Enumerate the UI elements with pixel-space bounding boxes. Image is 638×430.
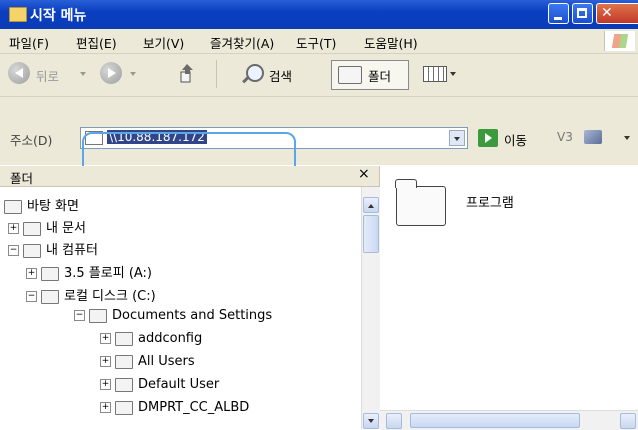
back-button[interactable]: 뒤로 [36, 66, 59, 85]
menu-view[interactable]: 보기(V) [143, 33, 184, 52]
folders-pane-title: 폴더 [10, 171, 34, 186]
tree-node-documents-and-settings[interactable]: − Documents and Settings [74, 308, 272, 323]
address-label: 주소(D) [10, 133, 53, 148]
menu-bar: 파일(F) 편집(E) 보기(V) 즐겨찾기(A) 도구(T) 도움말(H) [0, 29, 638, 54]
folder-icon [338, 66, 362, 84]
search-button[interactable]: 검색 [269, 66, 292, 85]
local-disk-icon [41, 289, 59, 304]
my-documents-icon [23, 221, 41, 236]
search-icon[interactable] [246, 64, 264, 82]
tree-node-my-computer[interactable]: − 내 컴퓨터 [8, 239, 98, 258]
horizontal-scroll-thumb[interactable] [410, 413, 580, 428]
expand-icon[interactable]: + [100, 402, 111, 413]
folders-button[interactable]: 폴더 [368, 66, 391, 85]
views-icon[interactable] [423, 66, 447, 82]
v3-icon[interactable] [584, 130, 602, 144]
collapse-icon[interactable]: − [74, 310, 85, 321]
back-dropdown-icon[interactable] [80, 72, 86, 79]
folder-icon [115, 331, 133, 346]
toolbar-separator [216, 60, 217, 88]
tree-node-label: 내 컴퓨터 [46, 243, 98, 258]
tree-node-floppy[interactable]: +3.5 플로피 (A:) [26, 262, 152, 281]
folder-icon [115, 377, 133, 392]
collapse-icon[interactable]: − [26, 291, 37, 302]
maximize-button[interactable] [572, 3, 593, 24]
scroll-thumb[interactable] [363, 215, 379, 253]
back-arrow-icon[interactable] [8, 62, 30, 84]
tree-node-addconfig[interactable]: + addconfig [100, 331, 202, 346]
folder-icon [115, 400, 133, 415]
minimize-button[interactable] [548, 3, 569, 24]
tree-node-label: All Users [138, 354, 195, 369]
close-pane-button[interactable]: × [358, 166, 370, 182]
tree-node-desktop[interactable]: 바탕 화면 [4, 195, 79, 214]
tree-node-label: Default User [138, 377, 220, 392]
collapse-icon[interactable]: − [8, 245, 19, 256]
expand-icon[interactable]: + [8, 223, 19, 234]
tree-node-label: 3.5 플로피 (A:) [64, 266, 153, 281]
scroll-up-button[interactable] [363, 197, 379, 213]
v3-label[interactable]: V3 [557, 130, 573, 144]
tree-node-all-users[interactable]: + All Users [100, 354, 195, 369]
tree-vertical-scrollbar[interactable] [361, 187, 380, 429]
folder-item-label[interactable]: 프로그램 [466, 192, 514, 211]
tree-node-label: 바탕 화면 [27, 199, 79, 214]
scroll-down-button[interactable] [363, 413, 379, 429]
tree-node-local-disk[interactable]: − 로컬 디스크 (C:) [26, 285, 156, 304]
toolbar: 뒤로 검색 폴더 [0, 54, 638, 97]
scroll-left-button[interactable] [386, 413, 402, 429]
expand-icon[interactable]: + [26, 268, 37, 279]
menu-help[interactable]: 도움말(H) [364, 33, 418, 52]
folder-tree: 바탕 화면 + 내 문서 − 내 컴퓨터 +3.5 플로피 (A:) − 로컬 디스크… [0, 187, 360, 429]
forward-dropdown-icon[interactable] [130, 72, 136, 79]
folder-icon [115, 354, 133, 369]
tree-node-dmprt[interactable]: + DMPRT_CC_ALBD [100, 400, 249, 415]
go-arrow-icon[interactable] [478, 129, 498, 147]
horizontal-scrollbar[interactable] [380, 410, 638, 430]
tree-node-label: Documents and Settings [112, 308, 273, 323]
folder-icon [9, 7, 27, 22]
windows-logo-icon [604, 31, 635, 51]
floppy-icon [41, 266, 59, 281]
menu-tools[interactable]: 도구(T) [296, 33, 336, 52]
expand-icon[interactable]: + [100, 333, 111, 344]
tree-node-default-user[interactable]: + Default User [100, 377, 219, 392]
tree-node-label: addconfig [138, 331, 203, 346]
close-button[interactable] [596, 3, 638, 24]
my-computer-icon [23, 243, 41, 258]
address-dropdown-icon[interactable] [449, 130, 465, 146]
scroll-right-button[interactable] [620, 413, 636, 429]
v3-dropdown-icon[interactable] [624, 136, 630, 143]
expand-icon[interactable]: + [100, 356, 111, 367]
views-dropdown-icon[interactable] [450, 72, 456, 79]
window-title: 시작 메뉴 [30, 8, 87, 24]
menu-edit[interactable]: 편집(E) [76, 33, 117, 52]
expand-icon[interactable]: + [100, 379, 111, 390]
forward-arrow-icon[interactable] [100, 62, 122, 84]
menu-file[interactable]: 파일(F) [9, 33, 49, 52]
folder-icon [89, 308, 107, 323]
folder-icon[interactable] [395, 179, 446, 226]
up-folder-icon[interactable] [178, 62, 196, 84]
tree-node-label: DMPRT_CC_ALBD [138, 400, 250, 415]
tree-node-my-documents[interactable]: + 내 문서 [8, 217, 86, 236]
title-bar: 시작 메뉴 [0, 0, 638, 29]
tree-node-label: 로컬 디스크 (C:) [64, 289, 156, 304]
folders-pane-header: 폴더 × [0, 166, 380, 187]
explorer-content: 폴더 × 바탕 화면 + 내 문서 − 내 컴퓨터 +3.5 플로피 (A:) − 로… [0, 166, 638, 430]
go-button[interactable]: 이동 [504, 130, 527, 149]
tree-node-label: 내 문서 [46, 221, 87, 236]
menu-favorites[interactable]: 즐겨찾기(A) [210, 33, 274, 52]
desktop-icon [4, 199, 22, 214]
